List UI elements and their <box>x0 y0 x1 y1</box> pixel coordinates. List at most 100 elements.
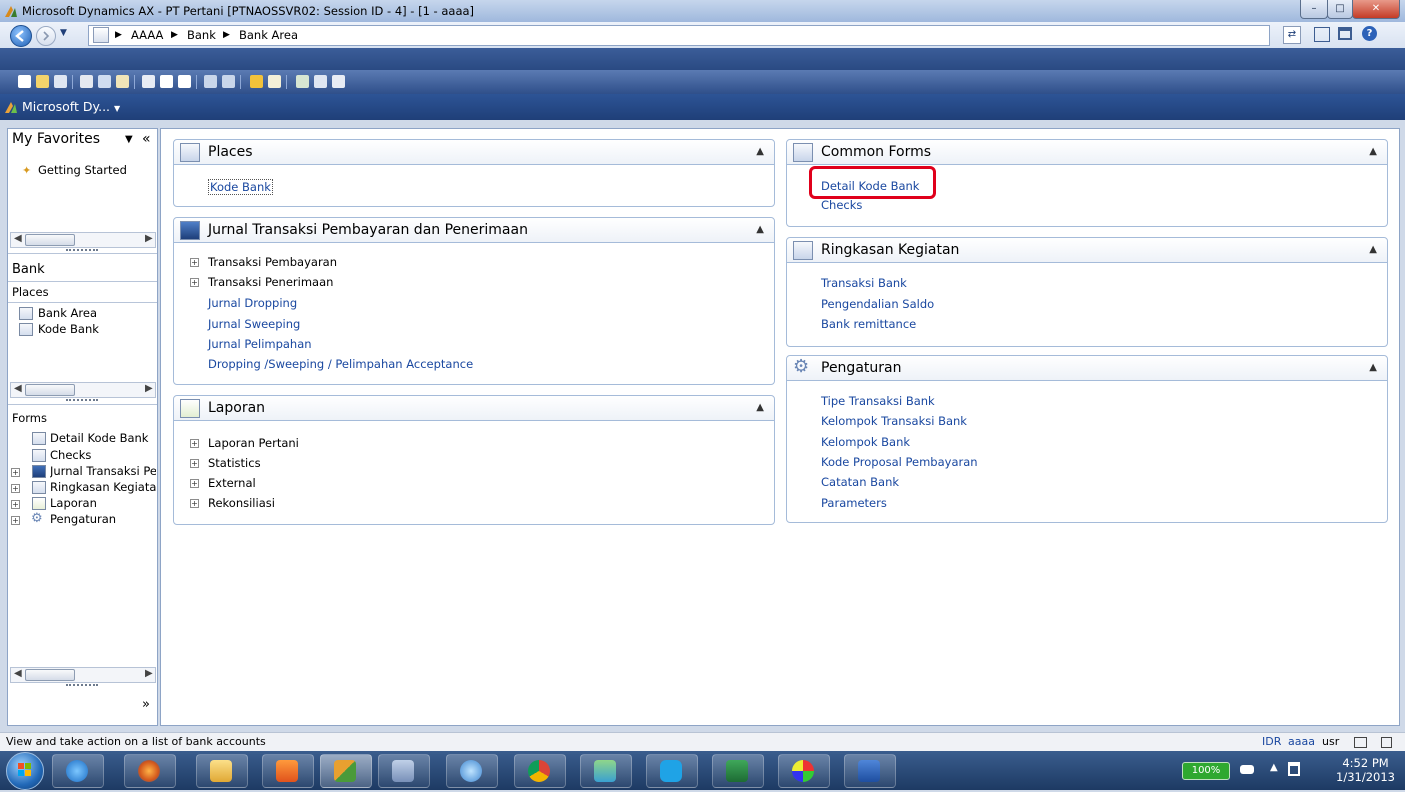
close-button[interactable]: ✕ <box>1352 0 1400 19</box>
item-transaksi-penerimaan[interactable]: Transaksi Penerimaan <box>208 275 333 289</box>
save-icon[interactable] <box>54 75 67 88</box>
scroll-left-icon[interactable]: ◀ <box>14 668 22 679</box>
collapse-icon[interactable]: ▲ <box>756 146 764 157</box>
breadcrumb-item-module[interactable]: Bank <box>187 28 216 42</box>
breadcrumb[interactable]: ▶ AAAA ▶ Bank ▶ Bank Area <box>88 25 1270 46</box>
copy-icon[interactable] <box>160 75 173 88</box>
favorites-item-getting-started[interactable]: Getting Started <box>38 163 127 177</box>
taskbar-media[interactable] <box>262 754 314 788</box>
taskbar-dynamics[interactable] <box>320 754 372 788</box>
show-hidden-icons[interactable]: ▲ <box>1270 762 1278 773</box>
expand-icon[interactable]: + <box>190 499 199 508</box>
link-jurnal-dropping[interactable]: Jurnal Dropping <box>208 296 297 310</box>
collapse-pane-icon[interactable]: « <box>142 131 151 147</box>
breadcrumb-item-company[interactable]: AAAA <box>131 28 163 42</box>
breadcrumb-item-page[interactable]: Bank Area <box>239 28 298 42</box>
email-icon[interactable] <box>116 75 129 88</box>
grid-icon[interactable] <box>332 75 345 88</box>
print-preview-icon[interactable] <box>98 75 111 88</box>
alert-icon[interactable] <box>250 75 263 88</box>
forms-item-ringkasan[interactable]: Ringkasan Kegiatan <box>50 480 156 494</box>
item-transaksi-pembayaran[interactable]: Transaksi Pembayaran <box>208 255 337 269</box>
columns-icon[interactable] <box>314 75 327 88</box>
scroll-left-icon[interactable]: ◀ <box>14 233 22 244</box>
taskbar-skype[interactable] <box>646 754 698 788</box>
scroll-right-icon[interactable]: ▶ <box>145 668 153 679</box>
collapse-icon[interactable]: ▲ <box>1369 244 1377 255</box>
scroll-thumb[interactable] <box>25 234 75 246</box>
forms-item-detail-kode-bank[interactable]: Detail Kode Bank <box>50 431 148 445</box>
link-pengendalian-saldo[interactable]: Pengendalian Saldo <box>821 297 934 311</box>
forms-scrollbar[interactable]: ◀ ▶ <box>10 667 156 683</box>
taskbar-paint[interactable] <box>778 754 830 788</box>
paste-icon[interactable] <box>178 75 191 88</box>
expand-icon[interactable]: + <box>11 484 20 493</box>
taskbar-word[interactable] <box>844 754 896 788</box>
expand-pane-icon[interactable]: » <box>142 697 150 712</box>
group-header[interactable]: Common Forms ▲ <box>787 140 1387 165</box>
status-company[interactable]: aaaa <box>1288 735 1315 748</box>
document-handling-icon[interactable] <box>268 75 281 88</box>
expand-icon[interactable]: + <box>190 459 199 468</box>
system-clock[interactable]: 4:52 PM 1/31/2013 <box>1336 756 1395 784</box>
cut-icon[interactable] <box>142 75 155 88</box>
item-statistics[interactable]: Statistics <box>208 456 261 470</box>
link-bank-remittance[interactable]: Bank remittance <box>821 317 916 331</box>
taskbar-tools[interactable] <box>378 754 430 788</box>
places-scrollbar[interactable]: ◀ ▶ <box>10 382 156 398</box>
link-kode-bank[interactable]: Kode Bank <box>208 179 273 195</box>
minimize-button[interactable]: – <box>1300 0 1328 19</box>
expand-icon[interactable]: + <box>190 258 199 267</box>
group-header[interactable]: Jurnal Transaksi Pembayaran dan Penerima… <box>174 218 774 243</box>
network-icon[interactable] <box>1288 762 1300 776</box>
taskbar-firefox[interactable] <box>124 754 176 788</box>
favorites-dropdown-icon[interactable]: ▼ <box>125 134 133 145</box>
scroll-right-icon[interactable]: ▶ <box>145 383 153 394</box>
link-jurnal-sweeping[interactable]: Jurnal Sweeping <box>208 317 300 331</box>
status-db-icon[interactable] <box>1381 737 1392 748</box>
item-laporan-pertani[interactable]: Laporan Pertani <box>208 436 299 450</box>
expand-icon[interactable]: + <box>11 516 20 525</box>
group-header[interactable]: Ringkasan Kegiatan ▲ <box>787 238 1387 263</box>
battery-indicator[interactable]: 100% <box>1182 762 1230 780</box>
layout-icon[interactable] <box>1314 27 1330 42</box>
forms-item-jurnal[interactable]: Jurnal Transaksi Per <box>50 464 156 478</box>
taskbar-excel[interactable] <box>712 754 764 788</box>
new-record-icon[interactable] <box>18 75 31 88</box>
splitter-grip[interactable] <box>66 684 98 689</box>
item-external[interactable]: External <box>208 476 256 490</box>
scroll-left-icon[interactable]: ◀ <box>14 383 22 394</box>
breadcrumb-menu-icon[interactable] <box>93 27 109 43</box>
expand-icon[interactable]: + <box>190 479 199 488</box>
export-excel-icon[interactable] <box>296 75 309 88</box>
taskbar-chrome[interactable] <box>514 754 566 788</box>
link-jurnal-pelimpahan[interactable]: Jurnal Pelimpahan <box>208 337 312 351</box>
scroll-thumb[interactable] <box>25 384 75 396</box>
forms-item-checks[interactable]: Checks <box>50 448 91 462</box>
link-transaksi-bank[interactable]: Transaksi Bank <box>821 276 907 290</box>
taskbar-ie[interactable] <box>52 754 104 788</box>
power-icon[interactable] <box>1240 765 1254 774</box>
link-kode-proposal-pembayaran[interactable]: Kode Proposal Pembayaran <box>821 455 978 469</box>
taskbar-explorer[interactable] <box>196 754 248 788</box>
status-currency[interactable]: IDR <box>1262 735 1281 748</box>
scroll-thumb[interactable] <box>25 669 75 681</box>
forward-button[interactable] <box>36 26 56 46</box>
collapse-icon[interactable]: ▲ <box>756 402 764 413</box>
forms-item-laporan[interactable]: Laporan <box>50 496 97 510</box>
start-button[interactable] <box>6 752 44 790</box>
print-icon[interactable] <box>80 75 93 88</box>
places-item-bank-area[interactable]: Bank Area <box>38 306 97 320</box>
collapse-icon[interactable]: ▲ <box>1369 146 1377 157</box>
link-parameters[interactable]: Parameters <box>821 496 887 510</box>
collapse-icon[interactable]: ▲ <box>756 224 764 235</box>
forms-item-pengaturan[interactable]: Pengaturan <box>50 512 116 526</box>
open-icon[interactable] <box>36 75 49 88</box>
places-item-kode-bank[interactable]: Kode Bank <box>38 322 99 336</box>
collapse-icon[interactable]: ▲ <box>1369 362 1377 373</box>
group-header[interactable]: ⚙ Pengaturan ▲ <box>787 356 1387 381</box>
expand-icon[interactable]: + <box>11 468 20 477</box>
link-kelompok-bank[interactable]: Kelompok Bank <box>821 435 910 449</box>
link-acceptance[interactable]: Dropping /Sweeping / Pelimpahan Acceptan… <box>208 357 473 371</box>
item-rekonsiliasi[interactable]: Rekonsiliasi <box>208 496 275 510</box>
